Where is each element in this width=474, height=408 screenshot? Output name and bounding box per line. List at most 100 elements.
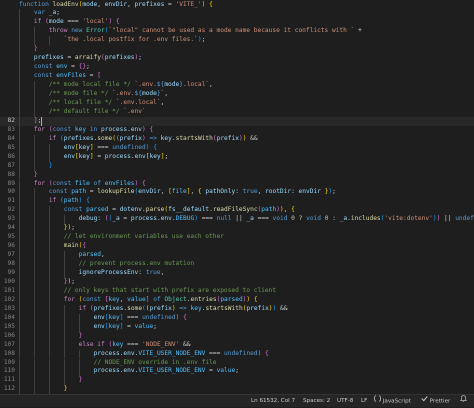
code-line[interactable]: 97 parsed, [0,251,474,261]
code-token: = [86,72,98,80]
code-line[interactable]: 90 const path = lookupFile(envDir, [file]… [0,188,474,198]
line-number: 112 [3,385,15,393]
code-line[interactable]: 109 // NODE_ENV override in .env file [0,358,474,368]
code-text: process.env.VITE_USER_NODE_ENV = value; [94,367,239,376]
indent-guide [19,349,20,359]
code-text: env[key] = value; [94,323,157,332]
code-line[interactable]: 82]; [0,116,474,126]
code-line[interactable]: 86 env[key] = process.env[key]; [0,152,474,162]
indent-guide [33,331,35,341]
code-token: // only keys that start with prefix are … [63,286,277,294]
indent-guide [33,161,35,171]
code-token: { [291,206,295,214]
code-text: if (prefixes.some((prefix) => key.starts… [49,135,258,144]
code-token: for [63,295,79,303]
code-line[interactable]: prefixes = arraify(prefixes); [0,54,474,64]
code-token: } [33,170,38,178]
end-of-line-setting[interactable]: LF [361,395,367,407]
line-number: 86 [7,152,15,160]
code-line[interactable]: 110 process.env.VITE_USER_NODE_ENV = valu… [0,367,474,377]
code-line[interactable]: /** mode local file */ `.env.${mode}.loc… [0,81,474,90]
prettier-status[interactable]: Prettier [421,395,450,407]
code-line[interactable]: 98 // prevent process.env mutation [0,260,474,269]
indent-guide [19,27,20,37]
code-line[interactable]: 111} [0,376,474,386]
code-line[interactable]: 95 // let environment variables use each … [0,233,474,243]
indent-guide [19,170,20,180]
code-token: undefined [224,349,258,357]
code-line[interactable]: function loadEnv(mode, envDir, prefixes … [0,1,474,10]
line-number: 104 [3,313,15,321]
code-line[interactable]: throw new Error(`"local" cannot be used … [0,27,474,37]
code-line[interactable]: var _a; [0,9,474,19]
code-editor[interactable]: function loadEnv(mode, envDir, prefixes … [0,0,474,394]
code-line[interactable]: /** default file */ `.env` [0,107,474,117]
code-token: prefixes [63,134,94,142]
code-line[interactable]: 107 else if (key === 'NODE_ENV' && [0,340,474,350]
code-token: [ [97,72,101,80]
indentation-setting[interactable]: Spaces: 2 [303,395,330,407]
indent-guide [48,304,50,314]
code-line[interactable]: const env = {}; [0,63,474,73]
code-line[interactable]: `the .local postfix for .env files.`); [0,36,474,46]
code-token: } [78,376,83,384]
code-area[interactable]: function loadEnv(mode, envDir, prefixes … [0,0,474,394]
code-line[interactable]: 88} [0,170,474,180]
indent-guide [78,367,80,377]
indent-guide [19,197,20,207]
indent-guide [19,36,20,46]
code-line[interactable]: 99 ignoreProcessEnv: true, [0,269,474,278]
code-line[interactable]: 87} [0,161,474,171]
notifications-button[interactable] [459,395,468,407]
code-token: arraify [74,54,101,62]
code-token: key [112,340,124,348]
code-line[interactable]: 101 // only keys that start with prefix a… [0,286,474,296]
indent-guide [19,152,20,162]
code-line[interactable]: 104 env[key] === undefined) { [0,313,474,323]
code-token: 'vite:dotenv' [384,215,433,223]
indent-guide [19,224,20,234]
code-token: const [48,188,72,196]
code-text: for (const key in process.env) { [34,126,153,135]
cursor-position[interactable]: Ln 61532, Col 7 [251,395,295,407]
code-token: env [130,125,142,133]
indent-guide [33,385,35,394]
code-line[interactable]: 91 if (path) { [0,197,474,207]
code-token: /** local file */ [48,98,116,106]
code-line[interactable]: 96 main({ [0,242,474,252]
language-mode[interactable]: JavaScript [373,395,411,407]
code-line[interactable]: 112} [0,385,474,394]
code-line[interactable]: 102 for (const [key, value] of Object.ent… [0,295,474,305]
code-line[interactable]: } [0,45,474,55]
indent-guide [19,179,20,189]
code-text: debug: ((_a = process.env.DEBUG) === nul… [79,215,474,224]
code-line[interactable]: 94}); [0,224,474,234]
code-line[interactable]: 106} [0,331,474,341]
code-token: envFiles [104,179,135,187]
code-line[interactable]: 108 process.env.VITE_USER_NODE_ENV === un… [0,349,474,359]
code-token: `.env` [123,107,146,115]
code-token: loadEnv [52,0,79,8]
code-token: some [127,304,143,312]
code-line[interactable]: 105 env[key] = value; [0,322,474,332]
code-line[interactable]: 83 for (const key in process.env) { [0,125,474,135]
code-line[interactable]: if (mode === 'local') { [0,18,474,28]
code-line[interactable]: /** mode file */ `.env.${mode}`, [0,90,474,99]
status-bar: Ln 61532, Col 7 Spaces: 2 UTF-8 LF JavaS… [0,394,474,407]
code-line[interactable]: 89 for (const file of envFiles) { [0,179,474,189]
code-token: prefixes [104,54,135,62]
code-token: function [19,0,53,8]
code-line[interactable]: const envFiles = [ [0,72,474,82]
code-line[interactable]: 85 env[key] === undefined) { [0,143,474,153]
code-line[interactable]: 93 debug: ((_a = process.env.DEBUG) === n… [0,215,474,225]
code-line[interactable]: 84 if (prefixes.some((prefix) => key.star… [0,134,474,144]
code-line[interactable]: 92 const parsed = dotenv.parse(fs__defaul… [0,206,474,216]
code-line[interactable]: /** local file */ `.env.local`, [0,98,474,108]
encoding-setting[interactable]: UTF-8 [337,395,353,407]
code-token: if [48,134,61,142]
code-token: rootDir [265,188,292,196]
code-line[interactable]: 100}); [0,277,474,287]
code-line[interactable]: 103 if (prefixes.some((prefix) => key.sta… [0,304,474,314]
indent-guide [19,134,20,144]
code-token: _a [339,215,348,223]
